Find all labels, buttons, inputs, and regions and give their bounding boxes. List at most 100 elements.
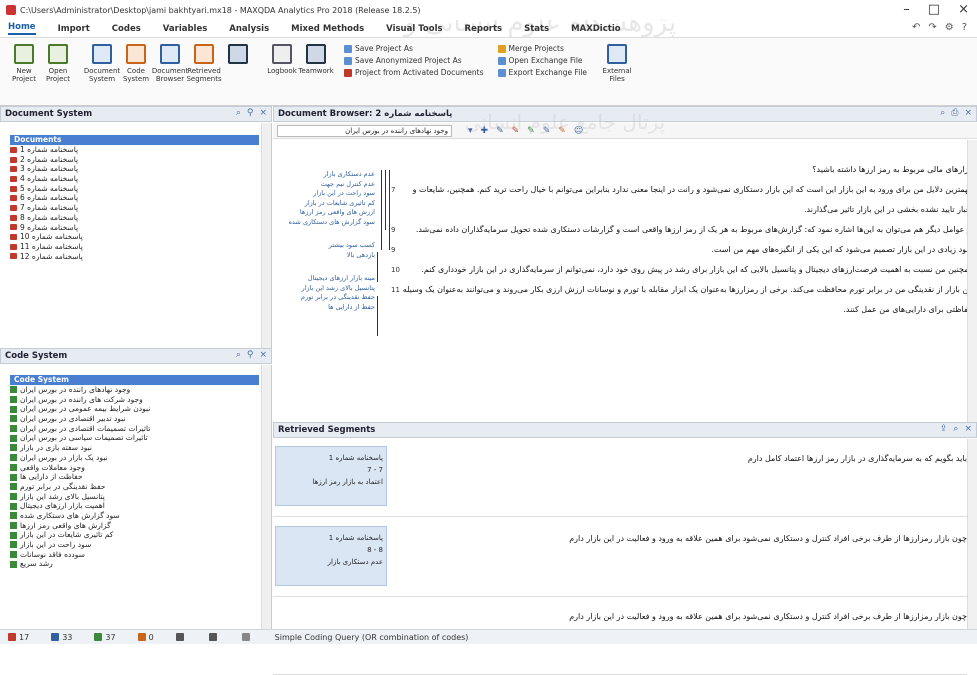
code-item[interactable]: حفاظت از دارایی ها: [10, 472, 259, 482]
code-item[interactable]: پتانسیل بالای رشد این بازار: [10, 492, 259, 502]
code-stripe[interactable]: [381, 170, 382, 250]
code-system-root[interactable]: Code System: [10, 375, 259, 385]
document-browser-scrollbar[interactable]: [967, 140, 977, 422]
code-stripe[interactable]: [385, 170, 386, 230]
status-counter[interactable]: [208, 633, 220, 641]
document-item[interactable]: پاسخنامه شماره 10: [10, 232, 259, 242]
document-paragraph[interactable]: 10 همچنین من نسبت به اهمیت فرصت‌ارزهای دی…: [391, 260, 973, 280]
document-item[interactable]: پاسخنامه شماره 3: [10, 164, 259, 174]
merge-projects-button[interactable]: Merge Projects: [497, 44, 588, 53]
menu-maxdictio[interactable]: MAXDictio: [571, 24, 620, 34]
document-item[interactable]: پاسخنامه شماره 2: [10, 155, 259, 165]
maximize-button[interactable]: □: [928, 2, 940, 17]
code-item[interactable]: نبود سفته بازی در بازار: [10, 443, 259, 453]
document-item[interactable]: پاسخنامه شماره 4: [10, 174, 259, 184]
status-counter[interactable]: 33: [51, 633, 72, 642]
code-item[interactable]: وجود معاملات واقعی: [10, 463, 259, 473]
search-icon[interactable]: ⌕: [236, 108, 241, 118]
document-item[interactable]: پاسخنامه شماره 11: [10, 242, 259, 252]
status-counter[interactable]: 17: [8, 633, 29, 642]
search-icon[interactable]: ⌕: [236, 350, 241, 360]
document-browser-button[interactable]: Document Browser: [152, 44, 188, 83]
code-item[interactable]: رشد سریع: [10, 559, 259, 569]
document-paragraph[interactable]: 7 مهمترین دلایل من برای ورود به این بازار…: [391, 180, 973, 220]
code-stripe[interactable]: [389, 170, 390, 250]
code-stripe-label[interactable]: کم تاثیری شایعات در بازار: [305, 199, 375, 207]
undo-icon[interactable]: ↶: [912, 22, 920, 33]
code-stripe-label[interactable]: مینه بازار ارزهای دیجیتال: [308, 274, 375, 282]
code-item[interactable]: نبودن شرایط بیمه عمومی در بورس ایران: [10, 404, 259, 414]
code-item[interactable]: کم تاثیری شایعات در این بازار: [10, 530, 259, 540]
retrieved-segments-button[interactable]: Retrieved Segments: [186, 44, 222, 83]
document-paragraph[interactable]: 11 این بازار از نقدینگی من در برابر تورم …: [391, 280, 973, 320]
code-stripe-label[interactable]: عدم دستکاری بازار: [324, 170, 375, 178]
document-item[interactable]: پاسخنامه شماره 5: [10, 184, 259, 194]
document-paragraph[interactable]: بازارهای مالی مربوط به رمز ارزها داشته ب…: [399, 160, 973, 180]
search-icon[interactable]: ⌕: [940, 108, 945, 118]
code-item[interactable]: وجود نهادهای راننده در بورس ایران: [10, 385, 259, 395]
retrieved-scrollbar[interactable]: [967, 439, 977, 629]
export-exchange-file-button[interactable]: Export Exchange File: [497, 68, 587, 77]
minimize-button[interactable]: –: [903, 2, 910, 17]
code-item[interactable]: نبود تدبیر اقتصادی در بورس ایران: [10, 414, 259, 424]
close-icon[interactable]: ×: [964, 108, 972, 118]
code-stripe-label[interactable]: عدم کنترل نیم جهت: [321, 180, 375, 188]
external-files-button[interactable]: External Files: [601, 44, 633, 83]
code-stripe-label[interactable]: سود راحت در این بازار: [313, 189, 375, 197]
project-from-activated-button[interactable]: Project from Activated Documents: [344, 68, 484, 77]
code-item[interactable]: سودده فاقد نوسانات: [10, 550, 259, 560]
status-counter[interactable]: [241, 633, 253, 641]
document-item[interactable]: پاسخنامه شماره 9: [10, 223, 259, 233]
code-item[interactable]: گزارش های واقعی رمز ارزها: [10, 521, 259, 531]
status-counter[interactable]: [175, 633, 187, 641]
menu-codes[interactable]: Codes: [112, 24, 141, 34]
pin-icon[interactable]: ⚲: [247, 108, 254, 118]
settings-icon[interactable]: ⚙: [945, 22, 954, 33]
help-icon[interactable]: ?: [962, 22, 967, 33]
code-system-button[interactable]: Code System: [120, 44, 152, 83]
document-scrollbar[interactable]: [261, 123, 271, 348]
new-project-button[interactable]: New Project: [8, 44, 40, 83]
documents-root[interactable]: Documents: [10, 135, 259, 145]
status-counter[interactable]: 0: [137, 633, 154, 642]
code-stripe-label[interactable]: سود گزارش های دستکاری شده: [289, 218, 375, 226]
code-stripe[interactable]: [377, 252, 378, 282]
code-item[interactable]: تاثیرات تصمیمات سیاسی در بورس ایران: [10, 433, 259, 443]
code-stripe-label[interactable]: ارزش های واقعی رمز ارزها: [300, 208, 375, 216]
document-item[interactable]: پاسخنامه شماره 6: [10, 193, 259, 203]
close-icon[interactable]: ×: [259, 350, 267, 360]
menu-variables[interactable]: Variables: [163, 24, 208, 34]
segment-text[interactable]: چون بازار رمزارزها از طرف برخی افراد کنت…: [569, 534, 967, 543]
status-counter[interactable]: 37: [94, 633, 116, 642]
close-button[interactable]: ×: [958, 2, 969, 17]
teamwork-button[interactable]: Teamwork: [298, 44, 334, 75]
search-icon[interactable]: ⌕: [953, 424, 958, 434]
export-icon[interactable]: ⇪: [940, 424, 948, 434]
redo-icon[interactable]: ↷: [928, 22, 936, 33]
open-project-button[interactable]: Open Project: [42, 44, 74, 83]
code-stripe-label[interactable]: پتانسیل بالای رشد این بازار: [301, 284, 375, 292]
close-icon[interactable]: ×: [964, 424, 972, 434]
code-item[interactable]: وجود شرکت های راننده در بورس ایران: [10, 395, 259, 405]
code-select[interactable]: وجود نهادهای راننده در بورس ایران: [277, 124, 452, 137]
code-stripe-label[interactable]: حفظ از دارایی ها: [328, 303, 375, 311]
logbook-button[interactable]: Logbook: [266, 44, 298, 75]
menu-reports[interactable]: Reports: [465, 24, 503, 34]
document-item[interactable]: پاسخنامه شماره 1: [10, 145, 259, 155]
document-paragraph[interactable]: 9 از عوامل دیگر هم می‌توان به این‌ها اشار…: [391, 220, 973, 240]
code-stripe-label[interactable]: بازدهی بالا: [347, 251, 375, 259]
save-project-as-button[interactable]: Save Project As: [344, 44, 484, 53]
document-item[interactable]: پاسخنامه شماره 7: [10, 203, 259, 213]
code-item[interactable]: سود راحت در این بازار: [10, 540, 259, 550]
code-stripe-label[interactable]: حفظ نقدینگی در برابر تورم: [301, 293, 375, 301]
code-item[interactable]: نبود یک بازار در بورس ایران: [10, 453, 259, 463]
document-system-button[interactable]: Document System: [84, 44, 120, 83]
code-item[interactable]: اهمیت بازار ارزهای دیجیتال: [10, 501, 259, 511]
document-paragraph[interactable]: 9 سود زیادی در این بازار تصمیم می‌شود که …: [391, 240, 973, 260]
code-stripe[interactable]: [377, 296, 378, 336]
document-item[interactable]: پاسخنامه شماره 12: [10, 252, 259, 262]
code-item[interactable]: سود گزارش های دستکاری شده: [10, 511, 259, 521]
menu-stats[interactable]: Stats: [524, 24, 549, 34]
menu-visual-tools[interactable]: Visual Tools: [386, 24, 442, 34]
segment-text[interactable]: باید بگویم که به سرمایه‌گذاری در بازار ر…: [748, 454, 967, 463]
